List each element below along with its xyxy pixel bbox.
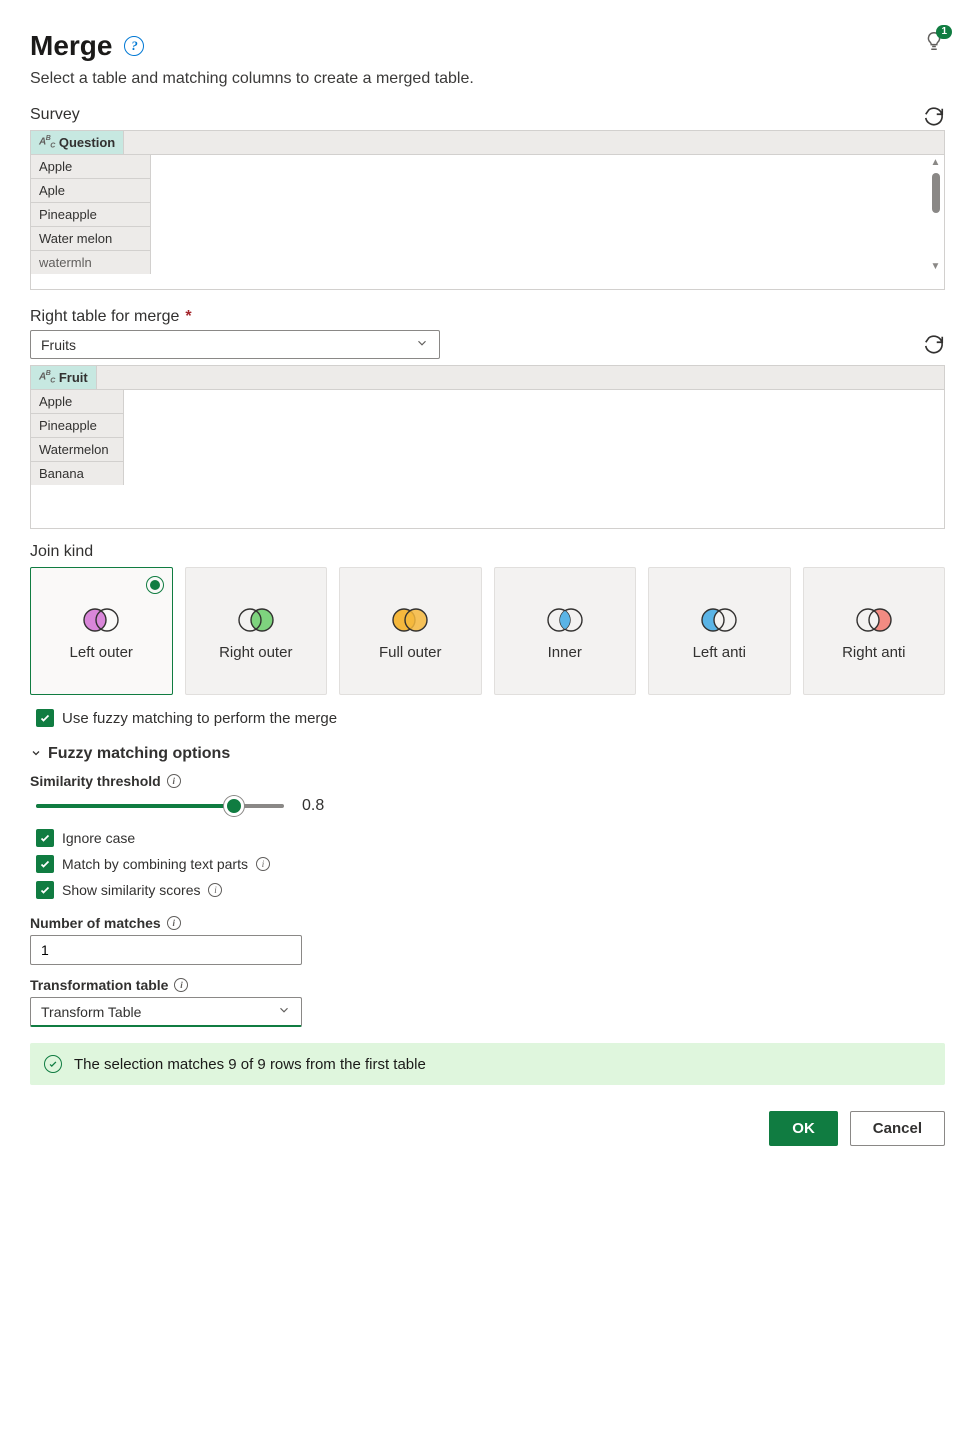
success-check-icon — [44, 1055, 62, 1073]
transform-table-selected: Transform Table — [41, 1004, 141, 1020]
info-icon[interactable]: i — [167, 916, 181, 930]
fuzzy-options-label: Fuzzy matching options — [48, 745, 230, 763]
help-icon[interactable]: ? — [124, 36, 144, 56]
info-icon[interactable]: i — [174, 978, 188, 992]
join-left-outer[interactable]: Left outer — [30, 567, 173, 695]
join-label: Right anti — [842, 644, 905, 661]
fuzzy-matching-checkbox[interactable] — [36, 709, 54, 727]
right-column-header[interactable]: ABC Fruit — [31, 366, 97, 389]
show-scores-checkbox[interactable] — [36, 881, 54, 899]
join-label: Left anti — [693, 644, 746, 661]
show-scores-label: Show similarity scores — [62, 882, 200, 898]
table-row[interactable]: Watermelon — [31, 438, 124, 462]
fuzzy-options-toggle[interactable]: Fuzzy matching options — [30, 745, 945, 763]
info-icon[interactable]: i — [208, 883, 222, 897]
join-kind-label: Join kind — [30, 543, 945, 561]
similarity-value: 0.8 — [302, 797, 324, 815]
left-column-header[interactable]: ABC Question — [31, 131, 124, 154]
join-label: Right outer — [219, 644, 292, 661]
join-label: Inner — [548, 644, 582, 661]
right-table-preview[interactable]: ABC Fruit Apple Pineapple Watermelon Ban… — [30, 365, 945, 529]
text-type-icon: ABC — [39, 135, 55, 149]
required-indicator: * — [185, 308, 191, 326]
status-text: The selection matches 9 of 9 rows from t… — [74, 1056, 426, 1073]
ideas-badge: 1 — [936, 25, 952, 39]
page-subtitle: Select a table and matching columns to c… — [30, 70, 945, 88]
venn-full-outer-icon — [388, 606, 432, 634]
table-row[interactable]: Pineapple — [31, 203, 151, 227]
info-icon[interactable]: i — [167, 774, 181, 788]
venn-left-anti-icon — [697, 606, 741, 634]
similarity-threshold-label: Similarity threshold — [30, 773, 161, 789]
ignore-case-checkbox[interactable] — [36, 829, 54, 847]
slider-thumb[interactable] — [224, 796, 244, 816]
similarity-slider[interactable] — [36, 804, 284, 808]
transform-table-dropdown[interactable]: Transform Table — [30, 997, 302, 1027]
text-type-icon: ABC — [39, 370, 55, 384]
right-table-selected: Fruits — [41, 337, 76, 353]
scroll-down-icon[interactable]: ▼ — [931, 261, 941, 272]
join-label: Left outer — [70, 644, 133, 661]
right-column-name: Fruit — [59, 370, 88, 385]
venn-right-anti-icon — [852, 606, 896, 634]
combine-parts-checkbox[interactable] — [36, 855, 54, 873]
chevron-down-icon — [30, 747, 42, 762]
info-icon[interactable]: i — [256, 857, 270, 871]
refresh-left-icon[interactable] — [923, 106, 945, 128]
status-bar: The selection matches 9 of 9 rows from t… — [30, 1043, 945, 1085]
transform-table-label: Transformation table — [30, 977, 168, 993]
scroll-thumb[interactable] — [932, 173, 940, 213]
scrollbar[interactable]: ▲ ▼ — [927, 155, 944, 274]
left-table-preview[interactable]: ABC Question Apple Aple Pineapple Water … — [30, 130, 945, 290]
venn-left-outer-icon — [79, 606, 123, 634]
table-row[interactable]: Aple — [31, 179, 151, 203]
join-label: Full outer — [379, 644, 442, 661]
scroll-up-icon[interactable]: ▲ — [931, 157, 941, 168]
slider-fill — [36, 804, 234, 808]
ok-button[interactable]: OK — [769, 1111, 838, 1146]
combine-parts-label: Match by combining text parts — [62, 856, 248, 872]
table-row[interactable]: Banana — [31, 462, 124, 485]
join-full-outer[interactable]: Full outer — [339, 567, 482, 695]
venn-right-outer-icon — [234, 606, 278, 634]
refresh-right-icon[interactable] — [923, 334, 945, 356]
left-column-name: Question — [59, 135, 115, 150]
selected-radio-icon — [146, 576, 164, 594]
chevron-down-icon — [415, 336, 429, 353]
table-row[interactable]: Apple — [31, 390, 124, 414]
left-table-label: Survey — [30, 106, 911, 124]
join-kind-group: Left outer Right outer Full outer Inne — [30, 567, 945, 695]
join-right-outer[interactable]: Right outer — [185, 567, 328, 695]
right-table-dropdown[interactable]: Fruits — [30, 330, 440, 359]
num-matches-label: Number of matches — [30, 915, 161, 931]
join-right-anti[interactable]: Right anti — [803, 567, 946, 695]
fuzzy-matching-label: Use fuzzy matching to perform the merge — [62, 710, 337, 727]
cancel-button[interactable]: Cancel — [850, 1111, 945, 1146]
join-inner[interactable]: Inner — [494, 567, 637, 695]
table-row[interactable]: Pineapple — [31, 414, 124, 438]
lightbulb-icon — [923, 39, 945, 55]
table-row[interactable]: Water melon — [31, 227, 151, 251]
ideas-button[interactable]: 1 — [923, 30, 945, 55]
join-left-anti[interactable]: Left anti — [648, 567, 791, 695]
num-matches-input[interactable] — [30, 935, 302, 965]
chevron-down-icon — [277, 1003, 291, 1020]
ignore-case-label: Ignore case — [62, 830, 135, 846]
venn-inner-icon — [543, 606, 587, 634]
table-row[interactable]: Apple — [31, 155, 151, 179]
table-row[interactable]: watermln — [31, 251, 151, 274]
right-table-label: Right table for merge — [30, 308, 179, 326]
page-title: Merge — [30, 30, 112, 62]
